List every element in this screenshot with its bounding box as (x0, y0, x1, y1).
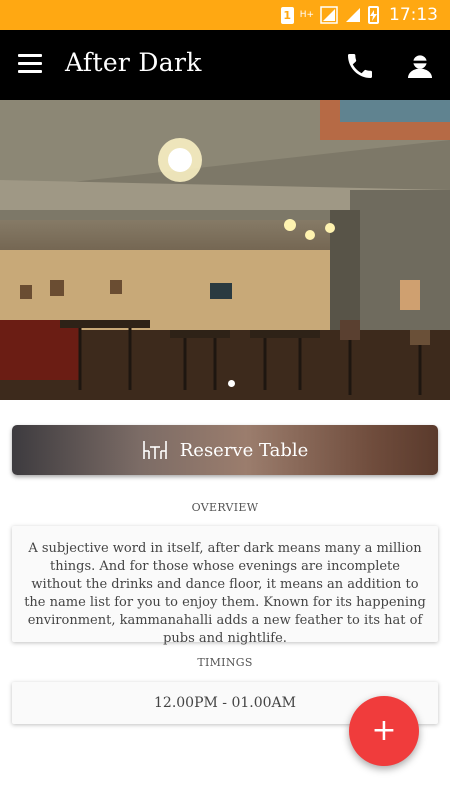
timings-value: 12.00PM - 01.00AM (154, 695, 296, 711)
add-fab-button[interactable]: + (349, 696, 419, 766)
restaurant-interior-photo (0, 100, 450, 400)
notification-icon: 1 (280, 6, 294, 24)
hero-image[interactable] (0, 100, 450, 400)
overview-card: A subjective word in itself, after dark … (12, 526, 438, 646)
network-type-label: H+ (299, 9, 314, 20)
battery-icon (368, 6, 379, 24)
timings-heading: TIMINGS (197, 656, 253, 669)
overview-heading: OVERVIEW (191, 501, 259, 514)
signal-strength-icon (346, 8, 360, 22)
reserve-table-button[interactable]: Reserve Table (12, 425, 438, 475)
carousel-dot[interactable] (228, 380, 235, 387)
plus-icon: + (371, 713, 397, 748)
profile-icon[interactable] (404, 50, 436, 82)
phone-icon[interactable] (344, 50, 376, 82)
status-bar: 1 H+ 17:13 (0, 0, 450, 30)
reserve-table-label: Reserve Table (179, 439, 309, 461)
menu-icon[interactable] (18, 54, 42, 74)
page-title: After Dark (65, 48, 202, 77)
app-bar: After Dark (0, 30, 450, 100)
table-chairs-icon (142, 441, 167, 459)
overview-text: A subjective word in itself, after dark … (24, 541, 426, 646)
status-time: 17:13 (389, 5, 438, 25)
signal-icon (320, 6, 338, 24)
